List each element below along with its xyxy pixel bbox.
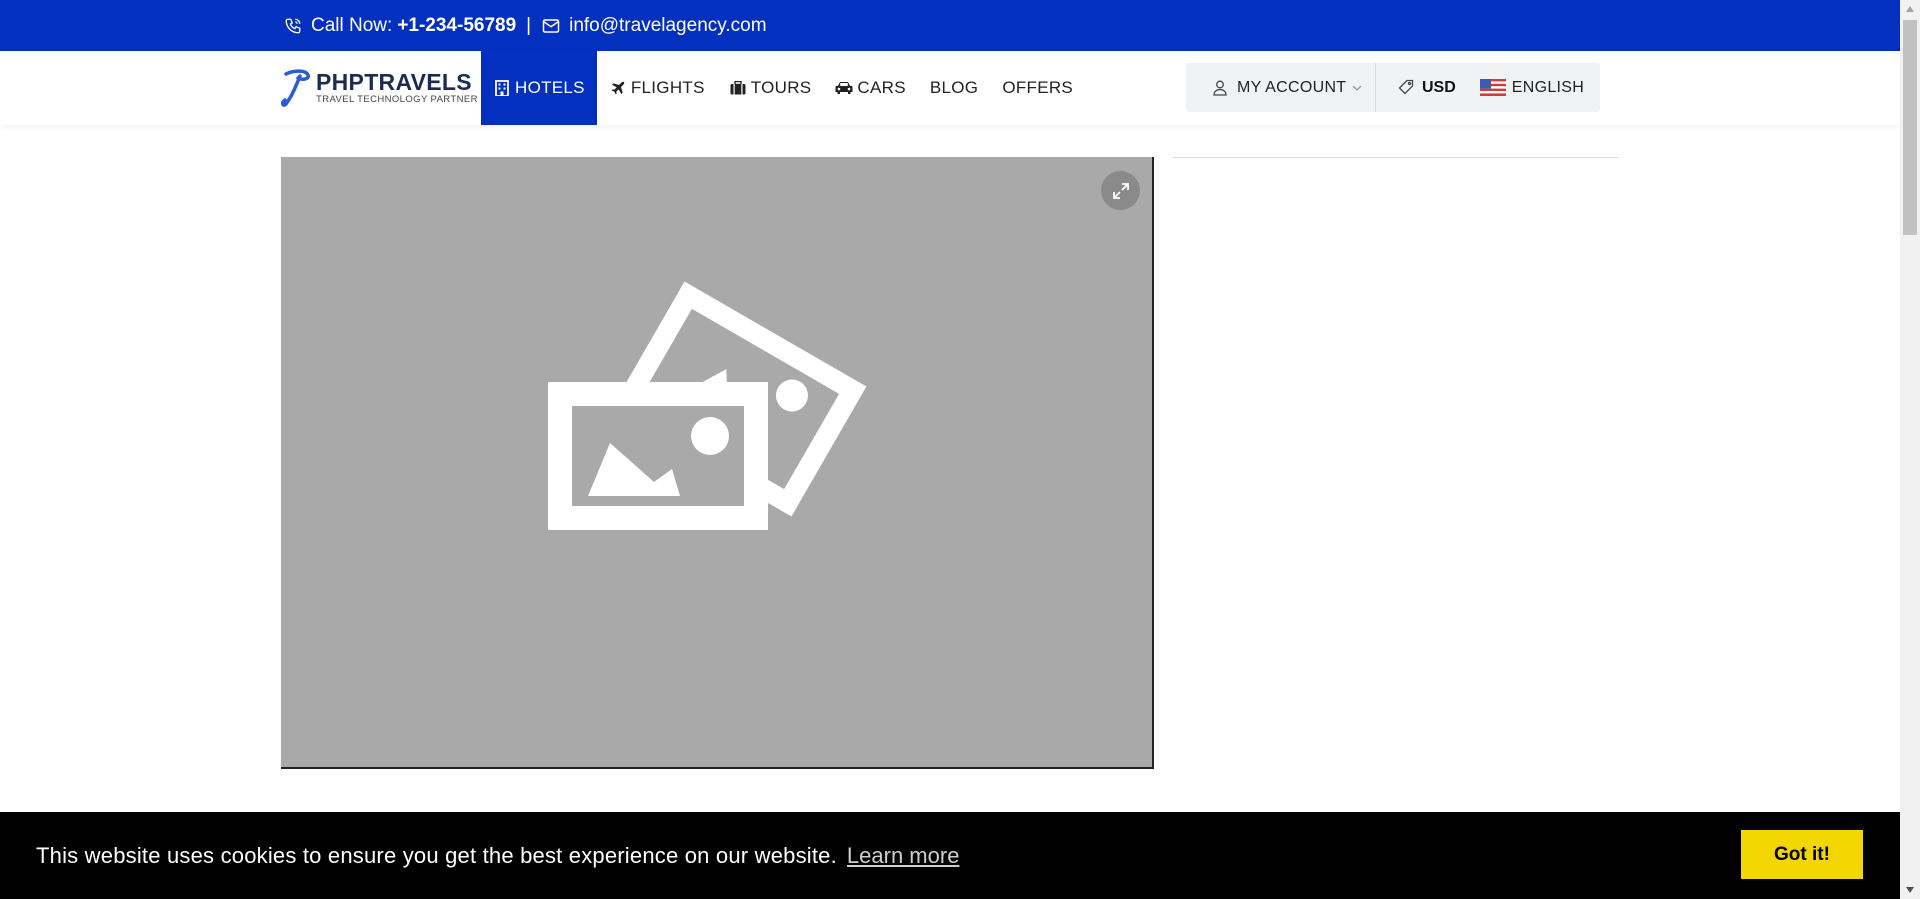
nav-hotels-label: HOTELS xyxy=(515,78,585,97)
nav-flights[interactable]: FLIGHTS xyxy=(597,51,717,125)
cookie-message: This website uses cookies to ensure you … xyxy=(36,842,837,868)
my-account-dropdown[interactable]: MY ACCOUNT xyxy=(1186,63,1376,112)
user-icon xyxy=(1213,80,1229,96)
learn-more-link[interactable]: Learn more xyxy=(847,843,960,869)
email-link[interactable]: info@travelagency.com xyxy=(569,15,766,37)
main-header: PHPTRAVELS TRAVEL TECHNOLOGY PARTNER HOT… xyxy=(0,51,1900,125)
suitcase-icon xyxy=(729,79,747,97)
logo-title: PHPTRAVELS xyxy=(316,69,472,96)
nav-offers[interactable]: OFFERS xyxy=(990,51,1085,125)
nav-cars[interactable]: CARS xyxy=(823,51,917,125)
language-label: ENGLISH xyxy=(1511,78,1585,96)
call-label: Call Now: xyxy=(311,14,393,36)
hotel-gallery[interactable] xyxy=(281,157,1154,769)
logo-subtitle: TRAVEL TECHNOLOGY PARTNER xyxy=(316,94,478,106)
site-logo[interactable]: PHPTRAVELS TRAVEL TECHNOLOGY PARTNER xyxy=(280,68,478,108)
nav-tours-label: TOURS xyxy=(750,78,812,97)
currency-selector[interactable]: USD xyxy=(1376,79,1456,97)
sidebar-divider xyxy=(1172,157,1619,158)
phone-icon xyxy=(283,16,303,36)
plane-icon xyxy=(609,79,627,97)
scrollbar-thumb[interactable] xyxy=(1903,20,1917,235)
cookie-accept-button[interactable]: Got it! xyxy=(1741,830,1863,879)
nav-flights-label: FLIGHTS xyxy=(630,78,705,97)
building-icon xyxy=(493,79,511,97)
scroll-down-icon[interactable] xyxy=(1900,881,1920,899)
contact-info: Call Now: +1-234-56789 | info@travelagen… xyxy=(283,0,767,51)
my-account-label: MY ACCOUNT xyxy=(1237,78,1347,96)
car-icon xyxy=(835,79,853,97)
nav-blog[interactable]: BLOG xyxy=(918,51,990,125)
expand-icon xyxy=(1112,182,1129,199)
cookie-consent-bar: This website uses cookies to ensure you … xyxy=(0,812,1900,899)
nav-offers-label: OFFERS xyxy=(1002,78,1074,97)
phone-number[interactable]: +1-234-56789 xyxy=(397,15,516,37)
us-flag-icon xyxy=(1479,79,1506,96)
logo-mark-icon xyxy=(281,69,310,107)
nav-cars-label: CARS xyxy=(857,78,906,97)
mail-icon xyxy=(541,16,561,36)
tag-icon xyxy=(1398,79,1416,97)
chevron-down-icon xyxy=(1352,84,1362,92)
scroll-up-icon[interactable] xyxy=(1900,0,1920,18)
page-scrollbar[interactable] xyxy=(1900,0,1920,899)
top-contact-bar: Call Now: +1-234-56789 | info@travelagen… xyxy=(0,0,1900,51)
language-selector[interactable]: ENGLISH xyxy=(1479,78,1585,97)
separator: | xyxy=(526,14,532,36)
nav-blog-label: BLOG xyxy=(929,78,979,97)
expand-button[interactable] xyxy=(1101,171,1140,210)
account-toolbar: MY ACCOUNT USD ENGLISH xyxy=(1186,63,1600,112)
nav-hotels[interactable]: HOTELS xyxy=(481,51,597,125)
currency-label: USD xyxy=(1422,78,1456,96)
main-nav: HOTELS FLIGHTS TOURS CARS BLOG OFFERS xyxy=(481,51,1085,125)
image-placeholder-icon xyxy=(548,281,867,530)
nav-tours[interactable]: TOURS xyxy=(717,51,824,125)
